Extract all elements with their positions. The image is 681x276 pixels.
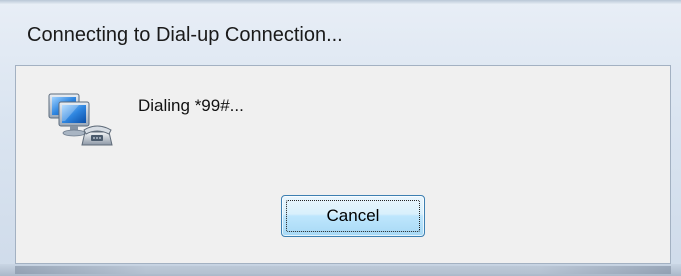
dialing-status-text: Dialing *99#... [138, 96, 244, 115]
dialog-window: Connecting to Dial-up Connection... Dial… [0, 0, 681, 276]
window-title: Connecting to Dial-up Connection... [27, 24, 343, 46]
dial-up-connection-icon [45, 88, 115, 150]
cancel-button-label: Cancel [326, 206, 380, 225]
window-frame-bottom-shadow [15, 266, 671, 274]
cancel-button[interactable]: Cancel [281, 195, 425, 237]
title-bar[interactable]: Connecting to Dial-up Connection... [0, 0, 681, 64]
